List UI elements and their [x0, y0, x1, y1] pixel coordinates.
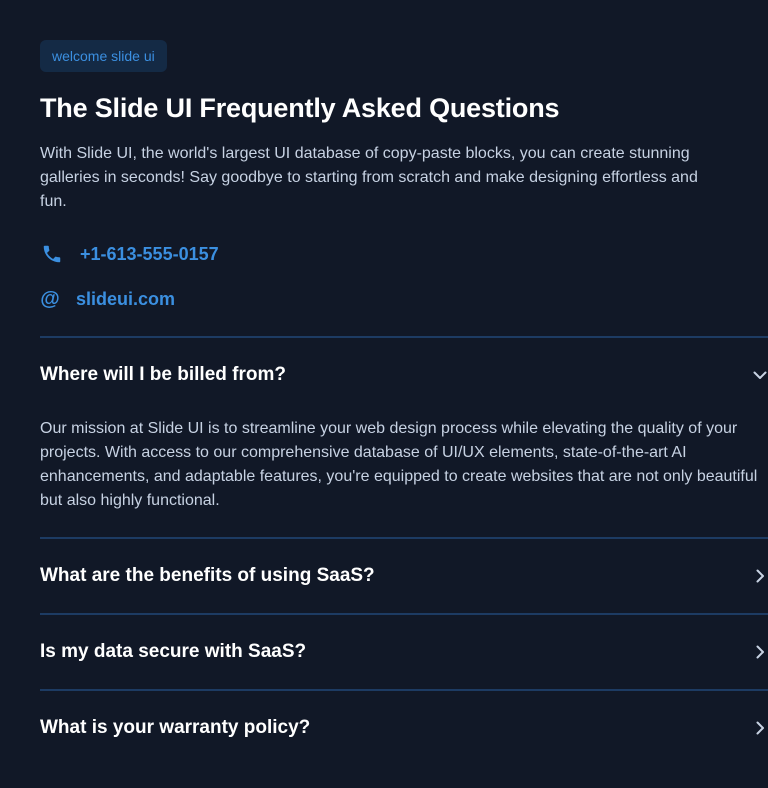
intro-paragraph: With Slide UI, the world's largest UI da…	[40, 145, 698, 210]
website-link[interactable]: slideui.com	[76, 289, 175, 310]
phone-number-link[interactable]: +1-613-555-0157	[80, 244, 219, 265]
faq-question-button[interactable]: What is your warranty policy?	[40, 691, 768, 765]
chevron-right-icon[interactable]	[752, 644, 768, 660]
faq-question-button[interactable]: Where will I be billed from?	[40, 338, 768, 412]
at-icon: @	[40, 287, 60, 310]
website-contact[interactable]: @ slideui.com	[40, 285, 768, 313]
faq-question-button[interactable]: What are the benefits of using SaaS?	[40, 539, 768, 613]
welcome-badge: welcome slide ui	[40, 40, 167, 72]
faq-question-text: Where will I be billed from?	[40, 364, 286, 385]
chevron-down-icon[interactable]	[752, 367, 768, 383]
page-title: The Slide UI Frequently Asked Questions	[40, 93, 560, 123]
faq-item: What are the benefits of using SaaS?	[40, 539, 768, 615]
chevron-right-icon[interactable]	[752, 720, 768, 736]
faq-page: welcome slide ui The Slide UI Frequently…	[40, 40, 768, 765]
faq-item: Is my data secure with SaaS?	[40, 615, 768, 691]
faq-question-text: What are the benefits of using SaaS?	[40, 565, 375, 586]
phone-contact[interactable]: +1-613-555-0157	[40, 240, 768, 268]
phone-icon	[40, 242, 64, 266]
faq-question-button[interactable]: Is my data secure with SaaS?	[40, 615, 768, 689]
faq-question-text: What is your warranty policy?	[40, 717, 311, 738]
faq-item: What is your warranty policy?	[40, 691, 768, 765]
faq-item: Where will I be billed from? Our mission…	[40, 338, 768, 539]
chevron-right-icon[interactable]	[752, 568, 768, 584]
faq-answer: Our mission at Slide UI is to streamline…	[40, 420, 758, 509]
faq-accordion: Where will I be billed from? Our mission…	[40, 336, 768, 765]
faq-question-text: Is my data secure with SaaS?	[40, 641, 307, 662]
